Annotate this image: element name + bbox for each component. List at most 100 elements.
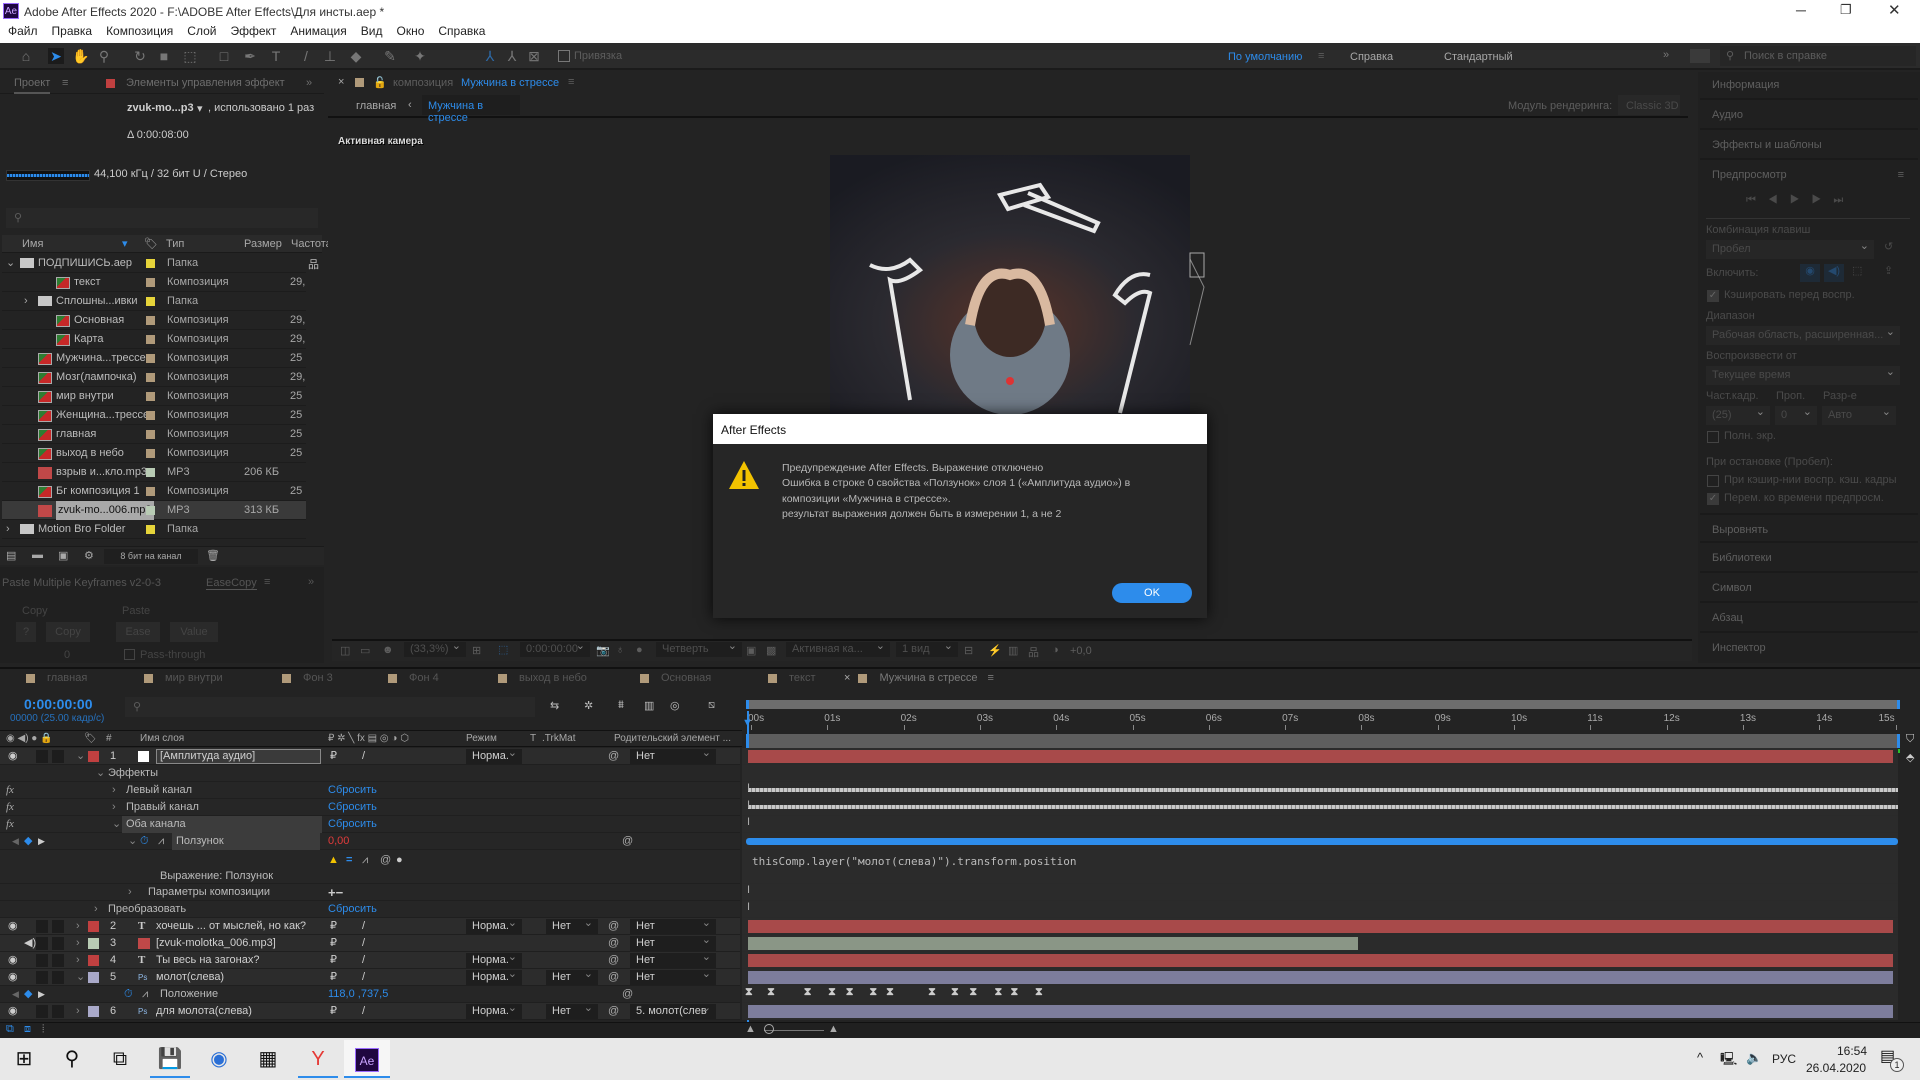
- layer-switches-toggle-icon[interactable]: ⧉: [6, 1023, 14, 1036]
- anchor-point[interactable]: [1006, 377, 1014, 385]
- visibility-eye-icon[interactable]: ◉: [8, 1003, 18, 1020]
- label-swatch[interactable]: [146, 392, 155, 401]
- label-swatch[interactable]: [146, 525, 155, 534]
- puppet-pin-tool-icon[interactable]: ✦: [412, 48, 428, 64]
- blend-mode-dropdown[interactable]: Норма.: [466, 746, 522, 764]
- camera-dropdown[interactable]: Активная ка...: [786, 639, 890, 657]
- interpret-footage-icon[interactable]: ▤: [6, 549, 16, 562]
- resolution-dropdown[interactable]: Авто: [1822, 403, 1896, 425]
- quality-switch-icon[interactable]: /: [362, 748, 365, 765]
- rectangle-tool-icon[interactable]: □: [216, 48, 232, 64]
- expression-pick-whip-icon[interactable]: @: [380, 843, 391, 877]
- libraries-panel-header[interactable]: Библиотеки: [1700, 543, 1918, 573]
- breadcrumb-current[interactable]: Мужчина в стрессе: [422, 95, 520, 124]
- col-name[interactable]: Имя: [22, 235, 43, 253]
- prev-keyframe-icon[interactable]: ◀: [12, 833, 19, 850]
- tab-effect-controls[interactable]: Элементы управления эффект: [126, 72, 285, 94]
- chevron-right-icon[interactable]: ›: [128, 884, 132, 901]
- first-frame-icon[interactable]: ⏮: [1746, 194, 1768, 206]
- pan-behind-tool-icon[interactable]: ⬚: [182, 48, 198, 64]
- chevron-down-icon[interactable]: ⌄: [76, 969, 85, 986]
- project-item[interactable]: Бг композиция 1 Композиция 25: [2, 482, 306, 501]
- shy-switch-icon[interactable]: ₽: [330, 1003, 337, 1020]
- preview-panel-header[interactable]: Предпросмотр ≡: [1700, 160, 1918, 190]
- shy-layers-icon[interactable]: ⩩: [618, 699, 624, 712]
- blend-mode-dropdown[interactable]: Норма.: [466, 1001, 522, 1019]
- chevron-right-icon[interactable]: ›: [76, 1003, 80, 1020]
- lock-icon[interactable]: 🔓: [373, 76, 387, 89]
- hand-tool-icon[interactable]: ✋: [72, 48, 89, 64]
- solo-box[interactable]: [36, 750, 48, 763]
- prev-frame-icon[interactable]: ◀: [1768, 194, 1790, 206]
- copy-button[interactable]: Copy: [46, 622, 90, 642]
- expression-language-menu-icon[interactable]: ●: [396, 843, 403, 877]
- effects-group[interactable]: Эффекты ⌄: [0, 765, 740, 782]
- composition-flowchart-icon[interactable]: ⇆: [550, 699, 559, 712]
- fullscreen-checkbox[interactable]: [1707, 431, 1719, 443]
- timeline-tab[interactable]: мир внутри: [144, 672, 223, 688]
- skip-dropdown[interactable]: 0: [1775, 403, 1817, 425]
- layer-row[interactable]: ◉ ⌄ 5 Ps молот(слева) ₽ / Норма. Нет @ Нет: [0, 967, 740, 986]
- layer-search-input[interactable]: ⚲: [125, 697, 535, 717]
- label-swatch[interactable]: [146, 449, 155, 458]
- project-search-input[interactable]: ⚲: [6, 208, 318, 228]
- clone-stamp-tool-icon[interactable]: ⊥: [322, 48, 338, 64]
- panel-overflow-icon[interactable]: »: [306, 72, 312, 94]
- cache-before-checkbox[interactable]: ✓: [1707, 290, 1719, 302]
- comp-button-icon[interactable]: ⬘: [1906, 751, 1914, 764]
- prev-keyframe-icon[interactable]: ◀: [12, 986, 19, 1003]
- label-swatch[interactable]: [146, 411, 155, 420]
- parent-dropdown[interactable]: Нет: [630, 746, 716, 764]
- view-axis-icon[interactable]: ⊠: [526, 48, 542, 64]
- project-item[interactable]: выход в небо Композиция 25: [2, 444, 306, 463]
- playhead[interactable]: [747, 711, 749, 1038]
- panel-menu-icon[interactable]: ≡: [62, 72, 68, 94]
- label-swatch[interactable]: [146, 506, 155, 515]
- chevron-right-icon[interactable]: ›: [112, 782, 116, 799]
- work-area-bar[interactable]: [746, 734, 1900, 748]
- selection-tool-icon[interactable]: ➤: [48, 48, 64, 64]
- play-icon[interactable]: ▶: [1790, 194, 1812, 206]
- pick-whip-icon[interactable]: @: [608, 1003, 619, 1020]
- layer-row[interactable]: ◉ › 4 T Ты весь на загонах? ₽ / Норма. @ Нет: [0, 950, 740, 969]
- chevron-right-icon[interactable]: ›: [94, 901, 98, 918]
- expression-error-warning-icon[interactable]: ▲: [328, 843, 339, 877]
- visibility-eye-icon[interactable]: ◉: [8, 918, 18, 935]
- fx-icon[interactable]: fx: [6, 799, 14, 816]
- timeline-tab[interactable]: Основная: [640, 672, 711, 688]
- close-tab-icon[interactable]: ×: [844, 672, 850, 684]
- layer-row[interactable]: ◀) › 3 [zvuk-molotka_006.mp3] ₽ / @ Нет: [0, 933, 740, 952]
- timeline-icon[interactable]: ▥: [1008, 644, 1018, 657]
- label-swatch[interactable]: [146, 278, 155, 287]
- tab-easecopy[interactable]: EaseCopy: [206, 577, 257, 590]
- solo-box[interactable]: [36, 937, 48, 950]
- menu-help[interactable]: Справка: [438, 24, 485, 38]
- paragraph-panel-header[interactable]: Абзац: [1700, 603, 1918, 633]
- project-item[interactable]: Основная Композиция 29,: [2, 311, 306, 330]
- renderer-button[interactable]: Classic 3D: [1618, 95, 1680, 115]
- dropdown-icon[interactable]: ▾: [197, 102, 203, 115]
- character-panel-header[interactable]: Символ: [1700, 573, 1918, 603]
- chevron-down-icon[interactable]: ⌄: [112, 816, 121, 833]
- layer-label-swatch[interactable]: [88, 972, 99, 983]
- expression-graph-icon[interactable]: ⩘: [362, 843, 368, 877]
- views-dropdown[interactable]: 1 вид: [896, 639, 958, 657]
- flowchart-icon[interactable]: 品: [308, 256, 319, 272]
- project-item[interactable]: Мужчина...трессе Композиция 25: [2, 349, 306, 368]
- timeline-tab[interactable]: Фон 3: [282, 672, 333, 688]
- move-time-checkbox[interactable]: ✓: [1707, 493, 1719, 505]
- solo-box[interactable]: [36, 1005, 48, 1018]
- chevron-right-icon[interactable]: ›: [112, 799, 116, 816]
- blend-mode-dropdown[interactable]: Норма.: [466, 916, 522, 934]
- shy-switch-icon[interactable]: ₽: [330, 969, 337, 986]
- position-property[interactable]: Положение ◀ ◆ ▶ ⏱ ⩘ 118,0 ,737,5 @: [0, 986, 740, 1003]
- lock-box[interactable]: [52, 1005, 64, 1018]
- motion-blur-icon[interactable]: ◎: [670, 699, 680, 712]
- audio-icon[interactable]: ◀): [24, 935, 36, 952]
- both-channels-effect[interactable]: Оба канала fx ⌄ Сбросить: [0, 816, 740, 833]
- pen-tool-icon[interactable]: ✒: [242, 48, 258, 64]
- export-icon[interactable]: ⇪: [1884, 264, 1893, 277]
- menu-effect[interactable]: Эффект: [230, 24, 276, 38]
- panel-menu-icon[interactable]: ≡: [988, 672, 994, 684]
- menu-animation[interactable]: Анимация: [290, 24, 346, 38]
